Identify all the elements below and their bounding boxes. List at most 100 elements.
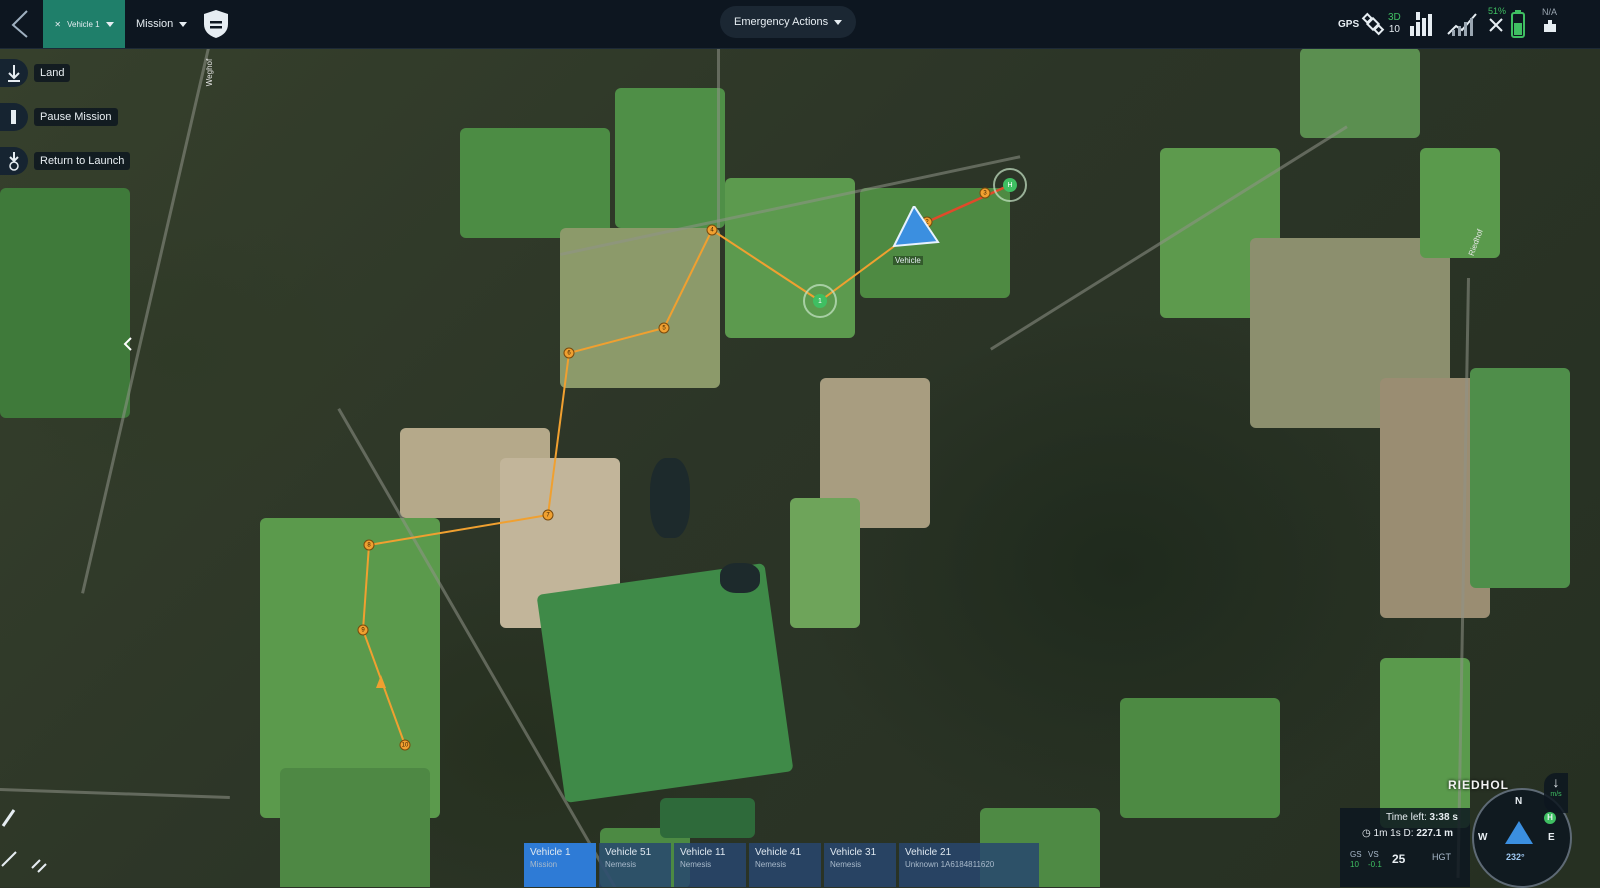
vehicle-selector-label: Vehicle 1 [67, 19, 100, 29]
gps-fix: 3D 10 [1388, 6, 1401, 42]
aircraft-icon [1544, 20, 1556, 32]
chevron-left-icon [123, 337, 132, 351]
speed-value: 25 [1392, 852, 1406, 866]
mission-path [361, 183, 1011, 746]
vehicle-tab-mode: Nemesis [830, 860, 862, 869]
link-signal-icon [1446, 6, 1480, 42]
emergency-actions-label: Emergency Actions [734, 16, 829, 28]
top-bar: ✕ Vehicle 1 Mission Emergency Actions GP… [0, 0, 1600, 49]
compass-east: E [1548, 832, 1555, 843]
chevron-down-icon [834, 19, 843, 25]
vehicle-arrow-icon[interactable] [892, 206, 942, 250]
satellite-map[interactable]: Weghof Riedhof 10 9 8 7 6 5 4 2 3 1 H Ve… [0, 48, 1600, 887]
home-indicator: H [1544, 812, 1556, 824]
return-home-icon [0, 147, 28, 175]
shield-icon[interactable] [202, 0, 230, 48]
heading-value: 232° [1506, 852, 1525, 862]
compass-west: W [1478, 832, 1488, 843]
mission-dropdown-label: Mission [136, 18, 174, 30]
vehicle-tab-name: Vehicle 41 [755, 847, 802, 858]
pause-icon [0, 103, 28, 131]
speed-unit: m/s [1550, 791, 1562, 798]
pause-mission-label: Pause Mission [34, 108, 118, 126]
vehicle-tab[interactable]: Vehicle 11 Nemesis [674, 843, 746, 887]
place-label: RIEDHOL [1448, 778, 1509, 792]
waypoint-marker[interactable]: 3 [979, 187, 991, 199]
gps-fix-type: 3D [1388, 12, 1401, 23]
battery-icon [1510, 6, 1526, 42]
vehicle-tab-name: Vehicle 21 [905, 847, 952, 858]
vehicle-tab-bar: Vehicle 1 Mission Vehicle 51 Nemesis Veh… [524, 843, 1039, 887]
time-left-value: 3:38 s [1429, 812, 1458, 823]
vehicle-tab-mode: Mission [530, 860, 558, 869]
vehicle-tab[interactable]: Vehicle 21 Unknown 1A6184811620 [899, 843, 1039, 887]
collapse-panel-button[interactable] [118, 334, 138, 354]
chevron-down-icon [105, 21, 114, 27]
compass-north: N [1515, 796, 1523, 807]
vehicle-tab[interactable]: Vehicle 41 Nemesis [749, 843, 821, 887]
heading-arrow-icon [1505, 821, 1533, 844]
vehicle-tab-mode: Nemesis [680, 860, 712, 869]
gs-value: 10 [1350, 860, 1359, 869]
gs-label: GS [1350, 850, 1362, 859]
na-label: N/A [1542, 7, 1558, 17]
ruler-icon[interactable] [0, 848, 18, 872]
satellite-icon [1360, 6, 1386, 42]
emergency-actions-button[interactable]: Emergency Actions [720, 6, 857, 38]
pause-mission-button[interactable]: Pause Mission [0, 103, 118, 131]
return-to-launch-label: Return to Launch [34, 152, 131, 170]
waypoint-marker[interactable]: 9 [357, 624, 369, 636]
telemetry-panel: Time left: 3:38 s ◷ 1m 1s D: 227.1 m GS … [1340, 808, 1470, 887]
propeller-icon [1489, 18, 1503, 32]
battery-status: 51% [1488, 6, 1506, 42]
direction-arrow-icon [376, 675, 386, 688]
distance-label: D: [1403, 828, 1414, 839]
gps-label: GPS [1338, 18, 1360, 30]
drone-icon: ✕ [54, 19, 62, 29]
height-label: HGT [1432, 852, 1451, 862]
vehicle-selector[interactable]: ✕ Vehicle 1 [43, 0, 125, 48]
vehicle-tab[interactable]: Vehicle 1 Mission [524, 843, 596, 887]
vs-value: -0.1 [1368, 860, 1382, 869]
vs-label: VS [1368, 850, 1379, 859]
takeoff-waypoint[interactable]: 1 [803, 284, 837, 318]
waypoint-marker[interactable]: 7 [542, 509, 554, 521]
vehicle-tab-name: Vehicle 1 [530, 847, 571, 858]
vertical-speed-indicator: ↓ m/s [1544, 773, 1568, 813]
waypoint-marker[interactable]: 10 [399, 739, 411, 751]
land-label: Land [34, 64, 71, 82]
time-left-label: Time left: [1386, 812, 1427, 823]
vehicle-tab-name: Vehicle 11 [680, 847, 726, 858]
waypoint-marker[interactable]: 5 [658, 322, 670, 334]
gps-sat-count: 10 [1388, 24, 1400, 35]
vehicle-tab-mode: Nemesis [605, 860, 637, 869]
distance-value: 227.1 m [1416, 828, 1454, 839]
clock-icon: ◷ [1362, 828, 1371, 839]
rc-signal-icon [1408, 6, 1438, 42]
return-to-launch-button[interactable]: Return to Launch [0, 147, 131, 175]
back-icon[interactable] [0, 0, 40, 48]
elapsed-value: 1m 1s [1373, 828, 1401, 839]
home-waypoint[interactable]: H [993, 168, 1027, 202]
vehicle-tab-name: Vehicle 51 [605, 847, 652, 858]
waypoint-marker[interactable]: 8 [363, 539, 375, 551]
expand-icon[interactable] [30, 858, 50, 878]
secondary-status: N/A [1542, 6, 1558, 42]
vehicle-tab[interactable]: Vehicle 31 Nemesis [824, 843, 896, 887]
waypoint-marker[interactable]: 6 [563, 347, 575, 359]
vehicle-tab[interactable]: Vehicle 51 Nemesis [599, 843, 671, 887]
land-button[interactable]: Land [0, 59, 71, 87]
time-left-row: Time left: 3:38 s [1386, 812, 1458, 823]
land-icon [0, 59, 28, 87]
pencil-icon[interactable] [0, 806, 18, 830]
mission-dropdown[interactable]: Mission [136, 0, 188, 48]
waypoint-marker[interactable]: 4 [706, 224, 718, 236]
vehicle-tab-name: Vehicle 31 [830, 847, 877, 858]
vehicle-marker-label: Vehicle [893, 256, 923, 265]
elapsed-row: ◷ 1m 1s D: 227.1 m [1362, 828, 1453, 839]
chevron-down-icon [179, 21, 188, 27]
battery-percent: 51% [1488, 6, 1507, 16]
vehicle-tab-mode: Unknown 1A6184811620 [905, 860, 995, 869]
vehicle-tab-mode: Nemesis [755, 860, 787, 869]
mission-route-line [361, 221, 928, 746]
